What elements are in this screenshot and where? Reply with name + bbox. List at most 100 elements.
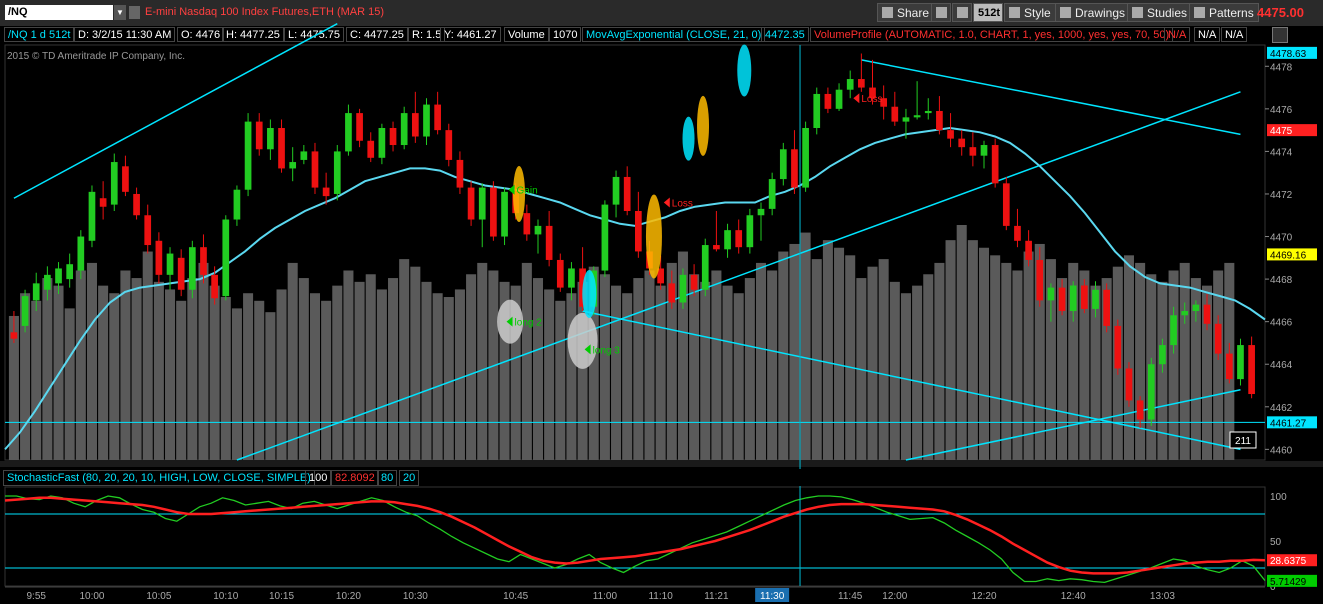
- time-tick-label: 12:20: [971, 591, 996, 602]
- stochastic-value-2: 82.8092: [331, 470, 379, 486]
- candle-body: [690, 274, 698, 290]
- volume-bar: [521, 262, 532, 460]
- candle-body: [55, 268, 62, 284]
- candle-body: [1047, 287, 1055, 301]
- volume-bar: [198, 262, 209, 460]
- candle-body: [300, 151, 308, 160]
- volume-bar: [388, 278, 399, 460]
- volume-bar: [912, 285, 923, 460]
- volume-bar: [767, 270, 778, 460]
- stochastic-tick-label: 100: [1270, 492, 1287, 503]
- volume-bar: [789, 243, 800, 460]
- volume-bar: [354, 281, 365, 460]
- candle-body: [701, 245, 709, 290]
- candle-body: [668, 283, 676, 303]
- volume-bar: [1001, 262, 1012, 460]
- candle-body: [835, 89, 843, 109]
- candle-body: [534, 225, 542, 235]
- signal-marker: [645, 194, 662, 279]
- candle-body: [991, 145, 999, 184]
- volume-bar: [1168, 270, 1179, 460]
- candle-body: [400, 113, 408, 146]
- candle-body: [980, 145, 988, 156]
- candle-body: [902, 117, 910, 122]
- volume-bar: [120, 270, 131, 460]
- volume-bar: [1135, 262, 1146, 460]
- candle-body: [679, 274, 687, 303]
- price-tick-label: 4476: [1270, 105, 1293, 116]
- volume-bar: [466, 274, 477, 460]
- price-tick-label: 4472: [1270, 190, 1293, 201]
- candle-body: [233, 189, 241, 220]
- time-tick-label: 11:30: [760, 591, 785, 602]
- candle-body: [490, 187, 497, 237]
- candle-body: [1058, 287, 1066, 312]
- candle-body: [66, 264, 74, 280]
- volume-bar: [31, 300, 42, 460]
- volume-bar: [778, 251, 789, 460]
- candle-body: [568, 268, 575, 288]
- candle-body: [713, 245, 720, 250]
- volume-bar: [934, 262, 945, 460]
- candle-body: [601, 204, 609, 271]
- volume-bar: [477, 262, 488, 460]
- candle-body: [1170, 315, 1177, 346]
- annotation-label: Loss: [672, 198, 693, 209]
- volume-bar: [700, 281, 711, 460]
- volume-bar: [64, 308, 75, 460]
- volume-bar: [287, 262, 298, 460]
- candle-body: [222, 219, 230, 297]
- candle-body: [456, 159, 464, 188]
- candle-body: [1136, 400, 1144, 420]
- time-tick-label: 10:30: [403, 591, 428, 602]
- candle-body: [110, 162, 118, 205]
- volume-bar: [243, 293, 254, 460]
- candle-body: [813, 93, 821, 128]
- volume-bar: [399, 259, 410, 460]
- volume-bar: [276, 289, 287, 460]
- candle-body: [913, 115, 921, 118]
- candle-body: [1181, 311, 1189, 316]
- annotation-label: long 3: [593, 345, 621, 356]
- price-label: 4469.16: [1270, 250, 1307, 261]
- price-tick-label: 4468: [1270, 275, 1293, 286]
- candle-body: [791, 149, 798, 188]
- volume-bar: [711, 270, 722, 460]
- candle-body: [1248, 345, 1255, 395]
- price-tick-label: 4478: [1270, 62, 1293, 73]
- candle-body: [802, 128, 809, 188]
- candle-body: [44, 274, 51, 290]
- volume-bar: [42, 278, 53, 460]
- candle-body: [311, 151, 319, 188]
- stochastic-value-label: 5.71429: [1270, 577, 1307, 588]
- candle-body: [501, 191, 508, 237]
- candle-body: [891, 106, 899, 122]
- volume-bar: [800, 232, 811, 460]
- volume-bar: [321, 300, 332, 460]
- signal-marker: [567, 312, 598, 369]
- candle-body: [936, 110, 943, 131]
- volume-bar: [176, 300, 187, 460]
- time-tick-label: 9:55: [26, 591, 46, 602]
- volume-bar: [978, 247, 990, 460]
- candle-body: [345, 113, 352, 152]
- volume-bar: [332, 285, 343, 460]
- candle-body: [947, 130, 954, 139]
- volume-bar: [142, 251, 153, 460]
- chart-canvas[interactable]: Gain Loss Loss long 2 long 3 211 4460 4462 4464 4…: [0, 0, 1323, 604]
- candle-body: [958, 138, 966, 148]
- volume-bar: [689, 274, 700, 460]
- candle-body: [445, 130, 453, 160]
- stochastic-label[interactable]: StochasticFast (80, 20, 20, 10, HIGH, LO…: [3, 470, 315, 486]
- signal-marker: [582, 270, 597, 318]
- candle-body: [1147, 364, 1155, 420]
- candle-body: [423, 104, 430, 137]
- volume-bar: [298, 278, 309, 460]
- volume-bar: [744, 278, 755, 460]
- volume-bar: [532, 278, 544, 460]
- candle-body: [556, 259, 564, 288]
- candle-body: [612, 176, 620, 205]
- volume-bar: [611, 285, 622, 460]
- candle-body: [434, 104, 441, 131]
- price-tick-label: 4474: [1270, 147, 1293, 158]
